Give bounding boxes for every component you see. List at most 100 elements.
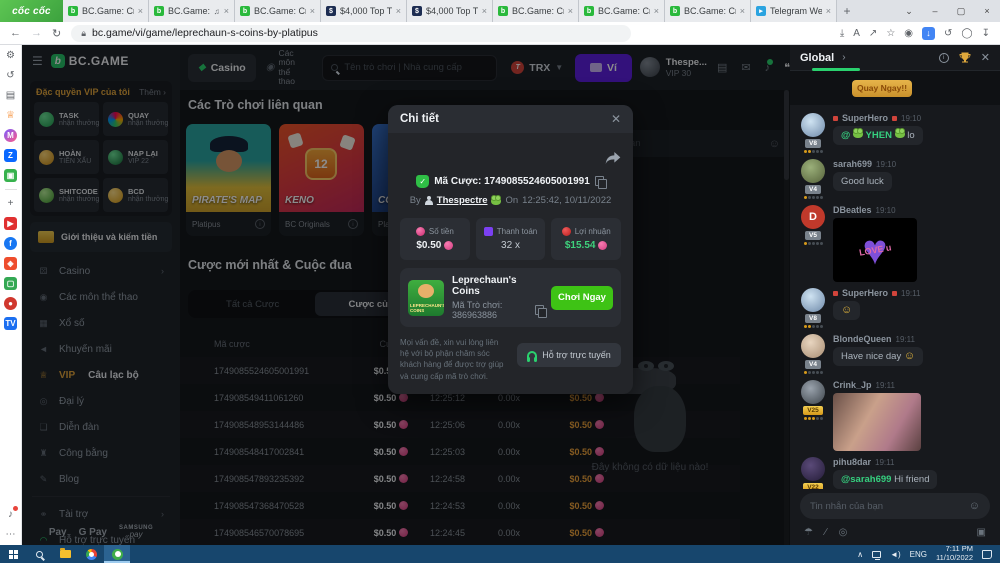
history-icon[interactable]: ↺ (4, 69, 17, 82)
shopee-icon[interactable]: ◈ (4, 257, 17, 270)
browser-tab[interactable]: ▸Telegram Web× (751, 0, 837, 22)
bookmark-star-icon[interactable]: ☆ (886, 28, 895, 39)
maximize-button[interactable]: ▢ (948, 6, 974, 17)
games-gamepad-icon[interactable]: ▣ (4, 169, 17, 182)
downloads-icon[interactable]: ↧ (982, 28, 990, 39)
green-app-icon[interactable]: ▢ (4, 277, 17, 290)
tray-chevron-icon[interactable]: ∧ (857, 550, 863, 559)
close-button[interactable]: × (974, 6, 1000, 16)
tab-close-icon[interactable]: × (224, 6, 229, 16)
chat-input[interactable] (810, 501, 963, 512)
file-explorer-icon[interactable] (52, 545, 78, 563)
tab-close-icon[interactable]: × (654, 6, 659, 16)
chat-image-photo[interactable] (833, 393, 921, 451)
browser-tab[interactable]: $$4,000 Top Tier× (321, 0, 407, 22)
tab-close-icon[interactable]: × (740, 6, 745, 16)
settings-gear-icon[interactable]: ⚙ (4, 49, 17, 62)
red-app-icon[interactable]: ● (4, 297, 17, 310)
avatar[interactable] (801, 159, 825, 183)
zalo-icon[interactable]: Z (4, 149, 17, 162)
translate-icon[interactable]: A (853, 28, 860, 39)
chrome-icon[interactable] (78, 545, 104, 563)
emoji-smiley-icon[interactable]: ☺ (969, 500, 980, 512)
avatar[interactable] (801, 334, 825, 358)
chat-username[interactable]: SuperHero (842, 288, 888, 298)
crown-icon[interactable]: ♕ (4, 109, 17, 122)
chat-input-box[interactable]: ☺ (800, 493, 990, 519)
chat-username[interactable]: DBeatles (833, 205, 872, 215)
more-menu-icon[interactable]: ⋯ (4, 528, 17, 541)
chat-username[interactable]: pihu8dar (833, 457, 871, 467)
add-shortcut-icon[interactable]: + (4, 197, 17, 210)
browser-tab[interactable]: bBC.Game: Cry♫× (149, 0, 235, 22)
tab-close-icon[interactable]: × (138, 6, 143, 16)
copy-icon[interactable] (535, 305, 543, 316)
reload-icon[interactable]: ↻ (52, 27, 61, 40)
browser-tab[interactable]: bBC.Game: Crypto× (665, 0, 751, 22)
network-icon[interactable] (872, 551, 881, 558)
language-indicator[interactable]: ENG (910, 550, 927, 559)
adblock-icon[interactable]: ◉ (904, 28, 913, 39)
rain-icon[interactable]: ☂ (804, 527, 813, 538)
new-tab-button[interactable]: + (837, 0, 857, 22)
facebook-icon[interactable]: f (4, 237, 17, 250)
browser-tab[interactable]: bBC.Game: Crypto× (579, 0, 665, 22)
tab-audio-icon[interactable]: ♫ (214, 7, 220, 16)
forward-icon[interactable]: → (31, 27, 42, 40)
rules-icon[interactable]: ∕ (825, 527, 827, 538)
tab-search-icon[interactable]: ⌄ (896, 6, 922, 17)
spin-now-button[interactable]: Quay Ngay!! (852, 80, 912, 97)
coccoc-logo[interactable]: cốc cốc (0, 0, 63, 22)
avatar[interactable] (801, 457, 825, 481)
messenger-icon[interactable]: M (4, 129, 17, 142)
download-blue-icon[interactable]: ↓ (922, 27, 935, 40)
browser-tab[interactable]: bBC.Game: Crypto× (63, 0, 149, 22)
tv-app-icon[interactable]: TV (4, 317, 17, 330)
avatar[interactable] (801, 380, 825, 404)
chat-image-heart[interactable]: ♥LOVE u (833, 218, 917, 282)
coccoc-taskbar-icon[interactable] (104, 545, 130, 563)
chat-username[interactable]: Crink_Jp (833, 380, 872, 390)
coin-drop-icon[interactable]: ◎ (839, 527, 848, 538)
avatar[interactable] (801, 113, 825, 137)
tab-close-icon[interactable]: × (396, 6, 401, 16)
start-button[interactable] (0, 545, 26, 563)
youtube-icon[interactable]: ▶ (4, 217, 17, 230)
profile-icon[interactable]: ◯ (961, 28, 972, 39)
share-arrow-icon[interactable] (605, 151, 621, 165)
tab-close-icon[interactable]: × (482, 6, 487, 16)
copy-icon[interactable] (595, 176, 605, 187)
clock[interactable]: 7:11 PM11/10/2022 (936, 545, 973, 562)
browser-tab[interactable]: $$4,000 Top Tier× (407, 0, 493, 22)
game-thumbnail[interactable]: LEPRECHAUN'S COINS (408, 280, 444, 316)
chat-room-icon[interactable]: ▣ (977, 527, 986, 538)
volume-icon[interactable]: ◄) (890, 550, 901, 559)
chat-close-icon[interactable]: ✕ (981, 51, 990, 64)
chat-channel[interactable]: Global (800, 52, 834, 64)
avatar[interactable] (801, 288, 825, 312)
minimize-button[interactable]: – (922, 6, 948, 16)
avatar[interactable]: D (801, 205, 825, 229)
newsfeed-icon[interactable]: ▤ (4, 89, 17, 102)
browser-tab[interactable]: bBC.Game: Crypto× (493, 0, 579, 22)
chat-username[interactable]: sarah699 (833, 159, 872, 169)
tab-close-icon[interactable]: × (310, 6, 315, 16)
action-center-icon[interactable] (982, 550, 992, 559)
install-icon[interactable]: ⤓ (840, 28, 844, 39)
sync-icon[interactable]: ↺ (944, 28, 952, 39)
live-support-button[interactable]: Hỗ trợ trực tuyến (517, 343, 621, 367)
chat-username[interactable]: BlondeQueen (833, 334, 892, 344)
taskbar-search-icon[interactable] (26, 545, 52, 563)
url-text[interactable]: bc.game/vi/game/leprechaun-s-coins-by-pl… (92, 27, 318, 39)
browser-tab[interactable]: bBC.Game: Crypto× (235, 0, 321, 22)
notifications-bell-icon[interactable]: ♪ (4, 508, 17, 521)
chevron-right-icon[interactable]: › (842, 52, 845, 63)
info-icon[interactable]: i (939, 53, 949, 63)
modal-close-icon[interactable]: ✕ (611, 112, 621, 126)
player-link[interactable]: Thespectre (437, 195, 488, 206)
trophy-icon[interactable] (959, 52, 971, 63)
url-box[interactable]: 🔒︎ bc.game/vi/game/leprechaun-s-coins-by… (71, 25, 631, 42)
share-icon[interactable]: ↗ (869, 28, 877, 39)
chat-username[interactable]: SuperHero (842, 113, 888, 123)
play-now-button[interactable]: Chơi Ngay (551, 286, 613, 310)
